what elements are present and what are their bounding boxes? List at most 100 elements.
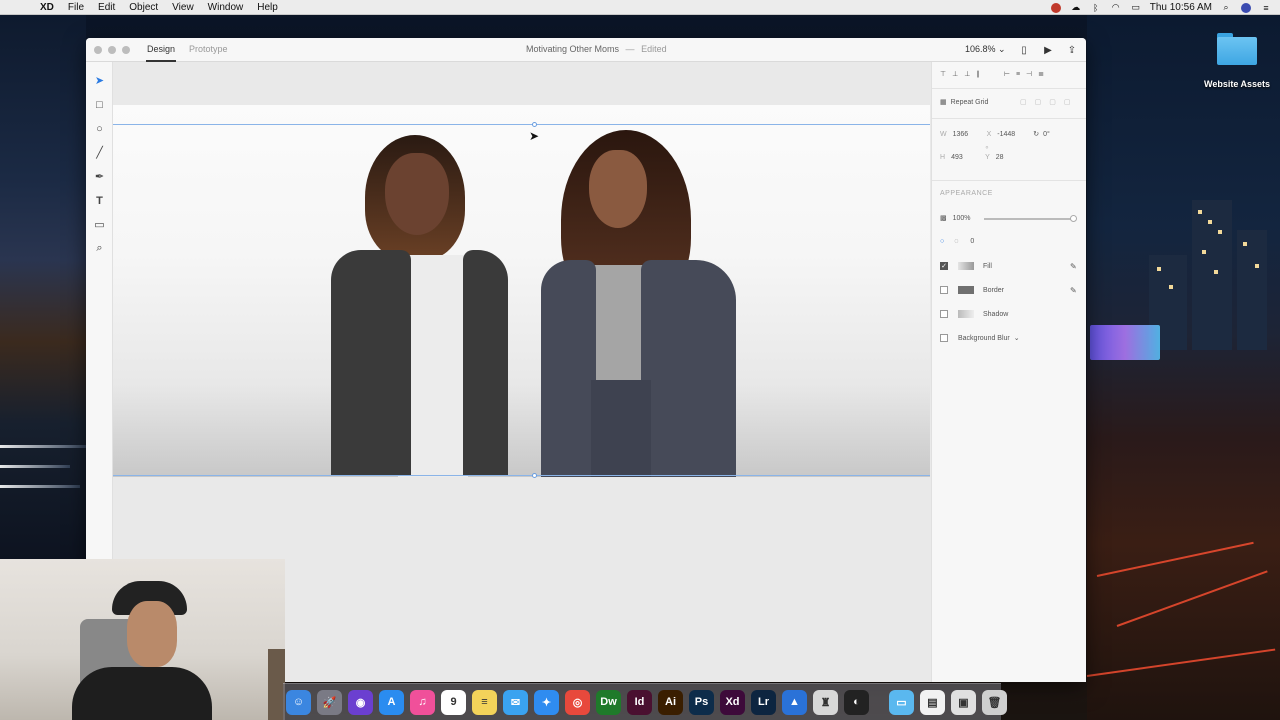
notification-center-icon[interactable]: ≡ [1260,2,1272,14]
radius-all-icon[interactable]: ○ [940,238,944,245]
rectangle-tool-icon[interactable]: □ [93,98,106,111]
battery-icon[interactable]: ▭ [1130,2,1142,14]
subtract-icon[interactable]: ▢ [1035,98,1042,106]
lightroom-icon[interactable]: Lr [751,689,776,715]
background-blur-checkbox[interactable] [940,334,948,342]
lock-aspect-icon[interactable]: ⚬ [984,144,990,152]
wifi-icon[interactable]: ◠ [1110,2,1122,14]
ellipse-tool-icon[interactable]: ○ [93,122,106,135]
minimize-button[interactable] [108,46,116,54]
dreamweaver-icon[interactable]: Dw [596,689,621,715]
rotation-field[interactable]: 0° [1043,131,1050,138]
shadow-swatch[interactable] [958,310,974,318]
repeat-grid-button[interactable]: ▦ Repeat Grid [940,98,988,107]
finder-icon[interactable]: ☺ [286,689,311,715]
preview-icon[interactable]: ▣ [951,689,976,715]
border-checkbox[interactable] [940,286,948,294]
radius-individual-icon[interactable]: ◌ [954,238,958,245]
xd-icon[interactable]: Xd [720,689,745,715]
selection-handle-bottom[interactable] [532,473,537,478]
record-icon[interactable] [1050,2,1062,14]
corner-radius-field[interactable]: 0 [970,238,974,245]
menu-edit[interactable]: Edit [98,2,115,13]
menu-app-name[interactable]: XD [40,2,54,13]
itunes-icon[interactable]: ♫ [410,689,435,715]
launchpad-icon[interactable]: 🚀 [317,689,342,715]
union-icon[interactable]: ▢ [1020,98,1027,106]
road-light [1086,648,1276,677]
sequel-icon[interactable]: ♜ [813,689,838,715]
cloud-icon[interactable]: ☁ [1070,2,1082,14]
menu-file[interactable]: File [68,2,84,13]
distribute-horizontal-icon[interactable]: ≣ [1038,70,1044,78]
folder-icon[interactable]: ▭ [889,689,914,715]
opacity-slider[interactable] [984,215,1077,222]
pen-tool-icon[interactable]: ✒ [93,170,106,183]
border-swatch[interactable] [958,286,974,294]
app-store-icon[interactable]: A [379,689,404,715]
close-button[interactable] [94,46,102,54]
chevron-down-icon[interactable]: ⌄ [1014,334,1020,342]
desktop-folder[interactable]: Website Assets [1202,33,1272,89]
intersect-icon[interactable]: ▢ [1049,98,1056,106]
align-bottom-icon[interactable]: ⊥ [964,70,970,78]
menu-view[interactable]: View [172,2,194,13]
menu-window[interactable]: Window [208,2,244,13]
zoom-tool-icon[interactable]: ⌕ [93,242,106,255]
fill-checkbox[interactable]: ✓ [940,262,948,270]
clock[interactable]: Thu 10:56 AM [1150,2,1212,13]
tab-design[interactable]: Design [147,44,175,54]
messages-icon[interactable]: ✉ [503,689,528,715]
selection-handle-top[interactable] [532,122,537,127]
siri-icon[interactable]: ◉ [348,689,373,715]
zoom-dropdown[interactable]: 106.8% ⌄ [965,44,1006,55]
eyedropper-icon[interactable]: ✎ [1070,262,1077,271]
menu-help[interactable]: Help [257,2,278,13]
bluetooth-icon[interactable]: ᛒ [1090,2,1102,14]
align-center-icon[interactable]: ≡ [1016,71,1020,78]
menu-object[interactable]: Object [129,2,158,13]
fill-swatch[interactable] [958,262,974,270]
document-icon[interactable]: ▤ [920,689,945,715]
calendar-icon[interactable]: 9 [441,689,466,715]
align-top-icon[interactable]: ⊤ [940,70,946,78]
opacity-field[interactable]: 100% [953,215,971,222]
eyedropper-icon[interactable]: ✎ [1070,286,1077,295]
text-tool-icon[interactable]: T [93,194,106,207]
share-icon[interactable]: ⇪ [1066,44,1078,56]
align-middle-icon[interactable]: ⊥ [952,70,958,78]
play-icon[interactable]: ▶ [1042,44,1054,56]
shirt [72,667,212,720]
select-tool-icon[interactable]: ➤ [93,74,106,87]
device-preview-icon[interactable]: ▯ [1018,44,1030,56]
app-store-alt-icon[interactable]: ▲ [782,689,807,715]
chrome-icon[interactable]: ◎ [565,689,590,715]
indesign-icon[interactable]: Id [627,689,652,715]
photoshop-icon[interactable]: Ps [689,689,714,715]
line-tool-icon[interactable]: ╱ [93,146,106,159]
safari-icon[interactable]: ✦ [534,689,559,715]
w-label: W [940,130,947,138]
tab-prototype[interactable]: Prototype [189,44,228,54]
document-status: Edited [641,44,667,54]
distribute-icon[interactable]: ∥ [976,70,980,78]
trash-icon[interactable]: 🗑 [982,689,1007,715]
align-left-icon[interactable]: ⊢ [1004,70,1010,78]
shadow-checkbox[interactable] [940,310,948,318]
height-field[interactable]: 493 [951,154,985,161]
notes-icon[interactable]: ≡ [472,689,497,715]
user-icon[interactable] [1240,2,1252,14]
x-field[interactable]: -1448 [997,131,1033,138]
exclude-icon[interactable]: ▢ [1064,98,1071,106]
y-field[interactable]: 28 [996,154,1004,161]
artboard-tool-icon[interactable]: ▭ [93,218,106,231]
spotlight-icon[interactable]: ⌕ [1220,2,1232,14]
align-right-icon[interactable]: ⊣ [1026,70,1032,78]
width-field[interactable]: 1366 [953,131,987,138]
zoom-button[interactable] [122,46,130,54]
opacity-slider-knob[interactable] [1070,215,1077,222]
obs-icon[interactable]: ◐ [844,689,869,715]
illustrator-icon[interactable]: Ai [658,689,683,715]
background-blur-dropdown[interactable]: Background Blur [958,335,1010,342]
hero-image[interactable] [113,105,930,477]
